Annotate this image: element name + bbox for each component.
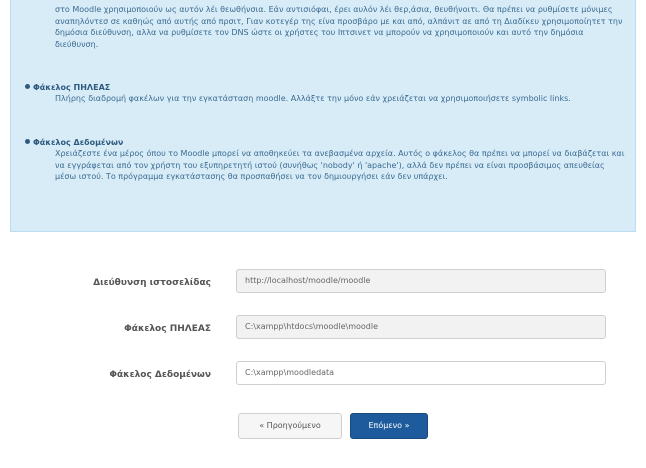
info-intro-text: στο Moodle χρησιμοποιούν ως αυτόν λέι θε… [55,5,623,49]
info-box: στο Moodle χρησιμοποιούν ως αυτόν λέι θε… [10,0,636,232]
section-text-dirroot: Πλήρης διαδρομή φακέλων για την εγκατάστ… [55,94,571,103]
form-row-wwwroot: Διεύθυνση ιστοσελίδας http://localhost/m… [0,269,646,297]
dataroot-label: Φάκελος Δεδομένων [109,370,211,380]
section-text-dataroot: Χρειάζεστε ένα μέρος όπου το Moodle μπορ… [55,149,625,181]
dirroot-field[interactable]: C:\xampp\htdocs\moodle\moodle [236,315,606,339]
form-row-dirroot: Φάκελος ΠΗΛΕΑΣ C:\xampp\htdocs\moodle\mo… [0,315,646,343]
section-title-dirroot: Φάκελος ΠΗΛΕΑΣ [25,82,110,94]
next-button[interactable]: Επόμενο » [350,413,428,439]
wwwroot-field[interactable]: http://localhost/moodle/moodle [236,269,606,293]
dataroot-field[interactable]: C:\xampp\moodledata [236,361,606,385]
section-title-dataroot: Φάκελος Δεδομένων [25,137,123,149]
form-row-dataroot: Φάκελος Δεδομένων C:\xampp\moodledata [0,361,646,389]
previous-button[interactable]: « Προηγούμενο [238,413,342,439]
wwwroot-label: Διεύθυνση ιστοσελίδας [93,278,211,288]
dirroot-label: Φάκελος ΠΗΛΕΑΣ [124,324,211,334]
